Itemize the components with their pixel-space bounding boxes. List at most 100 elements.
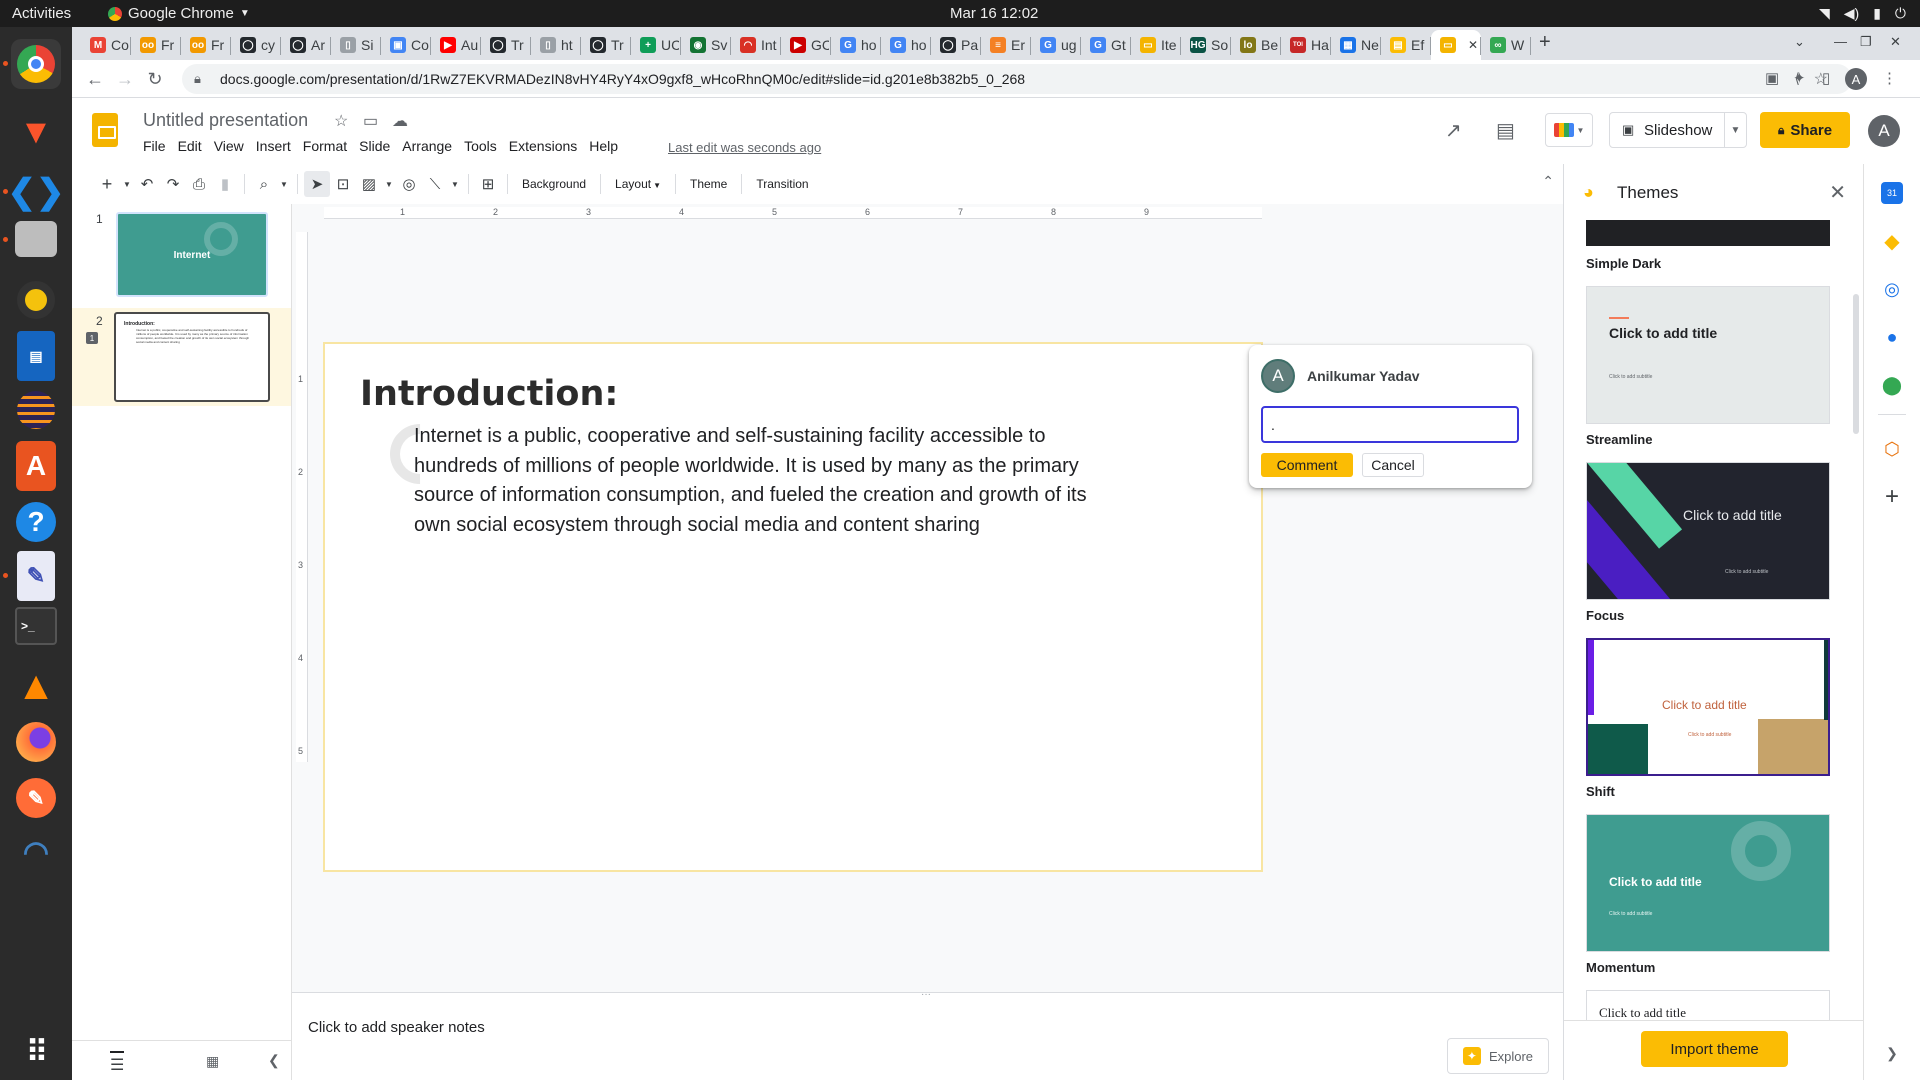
comments-icon[interactable]: ▤ — [1496, 118, 1515, 143]
maps-icon[interactable]: ⬤ — [1881, 374, 1903, 396]
image-icon[interactable]: ▨ — [356, 171, 382, 197]
eclipse-dock-icon[interactable] — [11, 385, 61, 435]
minimize-icon[interactable]: — — [1834, 34, 1847, 49]
menu-insert[interactable]: Insert — [256, 138, 298, 154]
horizontal-ruler[interactable]: 1 2 3 4 5 6 7 8 9 — [324, 207, 1262, 219]
theme-button[interactable]: Theme — [682, 177, 735, 191]
menu-extensions[interactable]: Extensions — [509, 138, 584, 154]
comment-input[interactable] — [1261, 406, 1519, 443]
brave-dock-icon[interactable]: ▼ — [11, 107, 61, 157]
vlc-dock-icon[interactable]: ▲ — [11, 661, 61, 711]
browser-tab[interactable]: ▭ ✕ — [1431, 30, 1481, 60]
browser-tab[interactable]: + UC — [631, 30, 679, 60]
browser-tab[interactable]: ◯ Tr — [481, 30, 529, 60]
keep-icon[interactable]: ◆ — [1881, 230, 1903, 253]
slide-title[interactable]: Introduction: — [360, 374, 618, 414]
speaker-notes-input[interactable]: Click to add speaker notes — [308, 1019, 485, 1036]
star-icon[interactable]: ☆ — [334, 111, 348, 131]
extension-icon[interactable]: ▣ — [1765, 69, 1779, 87]
vertical-ruler[interactable]: 1 2 3 4 5 — [296, 232, 308, 762]
browser-tab[interactable]: ▶ GC — [781, 30, 829, 60]
forward-icon[interactable]: → — [114, 68, 136, 90]
theme-preview-momentum[interactable]: Click to add title Click to add subtitle — [1586, 814, 1830, 952]
menu-file[interactable]: File — [143, 138, 173, 154]
menu-help[interactable]: Help — [589, 138, 625, 154]
text-box-icon[interactable]: ⊡ — [330, 171, 356, 197]
new-tab-icon[interactable]: + — [1539, 31, 1551, 54]
vscode-dock-icon[interactable]: ❮❯ — [8, 167, 65, 217]
browser-tab[interactable]: HG So — [1181, 30, 1229, 60]
puzzle-icon[interactable]: ✦ — [1793, 69, 1806, 87]
browser-tab[interactable]: ▭ Ite — [1131, 30, 1179, 60]
reload-icon[interactable]: ↻ — [144, 68, 166, 90]
theme-preview-shift[interactable]: Click to add title Click to add subtitle — [1586, 638, 1830, 776]
browser-tab[interactable]: ◯ Tr — [581, 30, 629, 60]
select-cursor-icon[interactable]: ➤ — [304, 171, 330, 197]
image-caret-icon[interactable]: ▼ — [382, 171, 396, 197]
slides-logo-icon[interactable] — [92, 113, 118, 147]
cloud-saved-icon[interactable]: ☁ — [392, 111, 408, 131]
app-menu[interactable]: Google Chrome ▼ — [108, 5, 250, 22]
browser-tab[interactable]: M Co — [81, 30, 129, 60]
menu-tools[interactable]: Tools — [464, 138, 504, 154]
browser-tab[interactable]: Gho — [881, 30, 929, 60]
menu-view[interactable]: View — [214, 138, 251, 154]
browser-tab[interactable]: Gho — [831, 30, 879, 60]
close-tab-icon[interactable]: ✕ — [1468, 38, 1478, 52]
browser-tab[interactable]: ◯ Ar — [281, 30, 329, 60]
tab-search-icon[interactable]: ⌄ — [1794, 34, 1805, 50]
transition-button[interactable]: Transition — [748, 177, 816, 191]
activities-button[interactable]: Activities — [12, 5, 71, 22]
share-button[interactable]: 🔒︎ Share — [1760, 112, 1850, 148]
slideshow-options-icon[interactable]: ▼ — [1724, 113, 1746, 147]
browser-tab[interactable]: ▦ Ne — [1331, 30, 1379, 60]
software-center-dock-icon[interactable]: A — [16, 441, 56, 491]
url-text[interactable]: docs.google.com/presentation/d/1RwZ7EKVR… — [220, 71, 1025, 87]
menu-format[interactable]: Format — [303, 138, 354, 154]
collapse-toolbar-icon[interactable]: ⌃ — [1542, 173, 1554, 190]
line-caret-icon[interactable]: ▼ — [448, 171, 462, 197]
undo-icon[interactable]: ↶ — [134, 171, 160, 197]
browser-tab[interactable]: ◠ Int — [731, 30, 779, 60]
menu-slide[interactable]: Slide — [359, 138, 397, 154]
browser-tab[interactable]: ▣ Co — [381, 30, 429, 60]
chrome-dock-icon[interactable] — [11, 39, 61, 89]
comment-cancel-button[interactable]: Cancel — [1362, 453, 1424, 477]
contacts-icon[interactable]: ● — [1881, 326, 1903, 348]
browser-tab[interactable]: ≡ Er — [981, 30, 1029, 60]
browser-tab[interactable]: TOI Ha — [1281, 30, 1329, 60]
meet-button[interactable]: ▼ — [1545, 113, 1593, 147]
shape-icon[interactable]: ◎ — [396, 171, 422, 197]
sidebar-icon[interactable]: ▯ — [1822, 69, 1830, 87]
show-apps-icon[interactable]: ⠿ — [11, 1027, 61, 1077]
print-icon[interactable]: ⎙ — [186, 171, 212, 197]
browser-tab[interactable]: ◯ cy — [231, 30, 279, 60]
theme-preview-simple-dark[interactable] — [1586, 220, 1830, 246]
slide-thumbnail-1[interactable]: Internet — [116, 212, 268, 297]
grid-view-icon[interactable]: ▦ — [206, 1053, 219, 1070]
browser-tab[interactable]: lo Be — [1231, 30, 1279, 60]
back-icon[interactable]: ← — [84, 68, 106, 90]
system-tray[interactable]: ◥ ◀) ▮ ⏻ — [1819, 5, 1906, 22]
document-title[interactable]: Untitled presentation — [143, 110, 308, 131]
themes-scrollbar[interactable] — [1853, 294, 1859, 434]
more-menu-icon[interactable]: ⋮ — [1882, 69, 1897, 87]
activity-trend-icon[interactable]: ↗ — [1445, 118, 1462, 143]
browser-tab[interactable]: ▤ Ef — [1381, 30, 1429, 60]
notes-resize-handle[interactable]: ··· — [914, 990, 938, 1000]
rhythmbox-dock-icon[interactable] — [11, 275, 61, 325]
browser-tab[interactable]: ▶ Au — [431, 30, 479, 60]
clock[interactable]: Mar 16 12:02 — [950, 5, 1038, 22]
zoom-caret-icon[interactable]: ▼ — [277, 171, 291, 197]
last-edit-link[interactable]: Last edit was seconds ago — [668, 140, 821, 155]
browser-tab[interactable]: ◯ Pa — [931, 30, 979, 60]
lock-icon[interactable]: 🔒︎ — [194, 71, 201, 87]
browser-tab[interactable]: ▯ ht — [531, 30, 579, 60]
line-icon[interactable]: ⟍ — [422, 171, 448, 197]
browser-tab[interactable]: ▯ Si — [331, 30, 379, 60]
maximize-icon[interactable]: ❐ — [1860, 34, 1872, 50]
menu-arrange[interactable]: Arrange — [402, 138, 459, 154]
paint-format-icon[interactable]: ▮ — [212, 171, 238, 197]
background-button[interactable]: Background — [514, 177, 594, 191]
expand-panel-icon[interactable]: ❯ — [1881, 1042, 1903, 1064]
